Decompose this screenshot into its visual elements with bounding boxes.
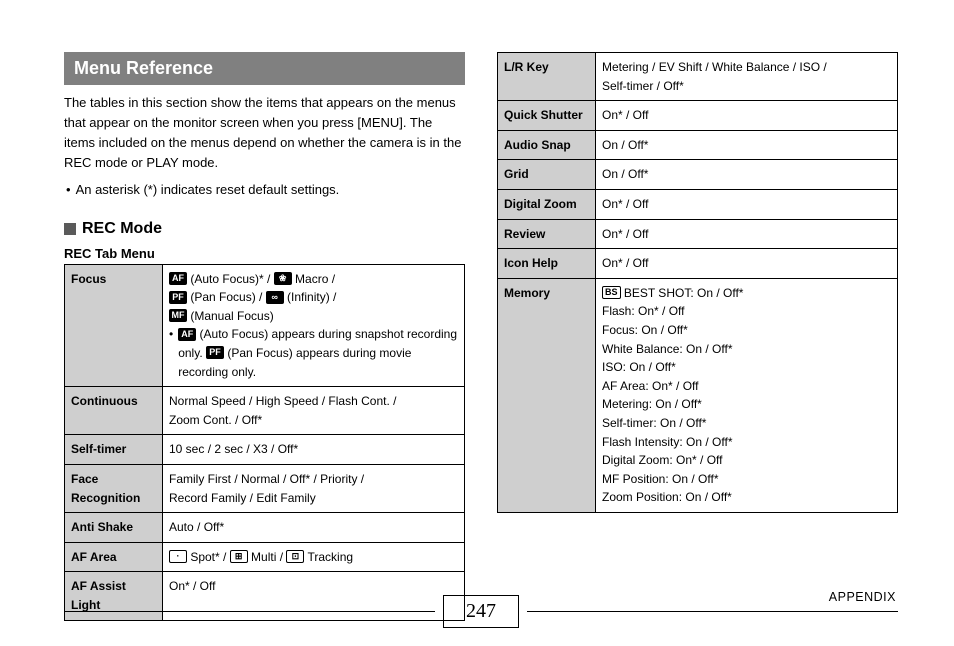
left-column: Menu Reference The tables in this sectio…: [64, 52, 465, 621]
row-value: On* / Off: [596, 189, 898, 219]
bullet-icon: •: [169, 325, 173, 381]
row-value: On* / Off: [596, 249, 898, 279]
row-value: AF (Auto Focus)* / ❀ Macro /PF (Pan Focu…: [163, 264, 465, 387]
row-value: Normal Speed / High Speed / Flash Cont. …: [163, 387, 465, 435]
bullet-icon: •: [66, 180, 71, 200]
pf-icon: PF: [169, 291, 187, 304]
mf-icon: MF: [169, 309, 187, 322]
⊞-icon: ⊞: [230, 550, 248, 563]
row-value: Family First / Normal / Off* / Priority …: [163, 465, 465, 513]
af-icon: AF: [169, 272, 187, 285]
pf-icon: PF: [206, 346, 224, 359]
rec-tab-table-cont: L/R KeyMetering / EV Shift / White Balan…: [497, 52, 898, 513]
row-key: L/R Key: [498, 53, 596, 101]
table-row: Digital ZoomOn* / Off: [498, 189, 898, 219]
table-row: MemoryBS BEST SHOT: On / Off*Flash: On* …: [498, 278, 898, 512]
rec-mode-heading-text: REC Mode: [82, 220, 162, 238]
row-key: Quick Shutter: [498, 101, 596, 131]
intro-bullet: • An asterisk (*) indicates reset defaul…: [64, 180, 465, 200]
row-key: Digital Zoom: [498, 189, 596, 219]
bs-icon: BS: [602, 286, 621, 299]
af-icon: AF: [178, 328, 196, 341]
square-icon: [64, 223, 76, 235]
table-row: ContinuousNormal Speed / High Speed / Fl…: [65, 387, 465, 435]
table-row: Self-timer10 sec / 2 sec / X3 / Off*: [65, 435, 465, 465]
table-row: Audio SnapOn / Off*: [498, 130, 898, 160]
intro-bullet-text: An asterisk (*) indicates reset default …: [76, 180, 340, 200]
table-row: FocusAF (Auto Focus)* / ❀ Macro /PF (Pan…: [65, 264, 465, 387]
rec-mode-heading: REC Mode: [64, 220, 465, 238]
row-value: On* / Off: [596, 101, 898, 131]
table-row: Icon HelpOn* / Off: [498, 249, 898, 279]
row-value: On / Off*: [596, 160, 898, 190]
row-value: Auto / Off*: [163, 513, 465, 543]
row-key: Anti Shake: [65, 513, 163, 543]
table-row: ReviewOn* / Off: [498, 219, 898, 249]
table-row: L/R KeyMetering / EV Shift / White Balan…: [498, 53, 898, 101]
row-key: Continuous: [65, 387, 163, 435]
intro-text: The tables in this section show the item…: [64, 93, 465, 174]
page-footer: 247: [0, 595, 954, 628]
table-row: Anti ShakeAuto / Off*: [65, 513, 465, 543]
right-column: L/R KeyMetering / EV Shift / White Balan…: [497, 52, 898, 621]
❀-icon: ❀: [274, 272, 292, 285]
row-key: Icon Help: [498, 249, 596, 279]
table-row: Face RecognitionFamily First / Normal / …: [65, 465, 465, 513]
row-key: Audio Snap: [498, 130, 596, 160]
table-row: GridOn / Off*: [498, 160, 898, 190]
row-key: Self-timer: [65, 435, 163, 465]
·-icon: ·: [169, 550, 187, 563]
∞-icon: ∞: [266, 291, 284, 304]
row-key: Grid: [498, 160, 596, 190]
table-row: Quick ShutterOn* / Off: [498, 101, 898, 131]
footer-rule: [64, 611, 435, 612]
row-key: Focus: [65, 264, 163, 387]
row-value: · Spot* / ⊞ Multi / ⊡ Tracking: [163, 542, 465, 572]
row-value: On* / Off: [596, 219, 898, 249]
row-value: 10 sec / 2 sec / X3 / Off*: [163, 435, 465, 465]
page-number: 247: [443, 595, 519, 628]
row-key: Review: [498, 219, 596, 249]
row-value: Metering / EV Shift / White Balance / IS…: [596, 53, 898, 101]
rec-tab-heading: REC Tab Menu: [64, 246, 465, 261]
section-title: Menu Reference: [64, 52, 465, 85]
rec-tab-table: FocusAF (Auto Focus)* / ❀ Macro /PF (Pan…: [64, 264, 465, 621]
row-value: BS BEST SHOT: On / Off*Flash: On* / OffF…: [596, 278, 898, 512]
footer-rule: [527, 611, 898, 612]
row-key: Memory: [498, 278, 596, 512]
⊡-icon: ⊡: [286, 550, 304, 563]
row-value: On / Off*: [596, 130, 898, 160]
row-key: Face Recognition: [65, 465, 163, 513]
table-row: AF Area· Spot* / ⊞ Multi / ⊡ Tracking: [65, 542, 465, 572]
row-key: AF Area: [65, 542, 163, 572]
